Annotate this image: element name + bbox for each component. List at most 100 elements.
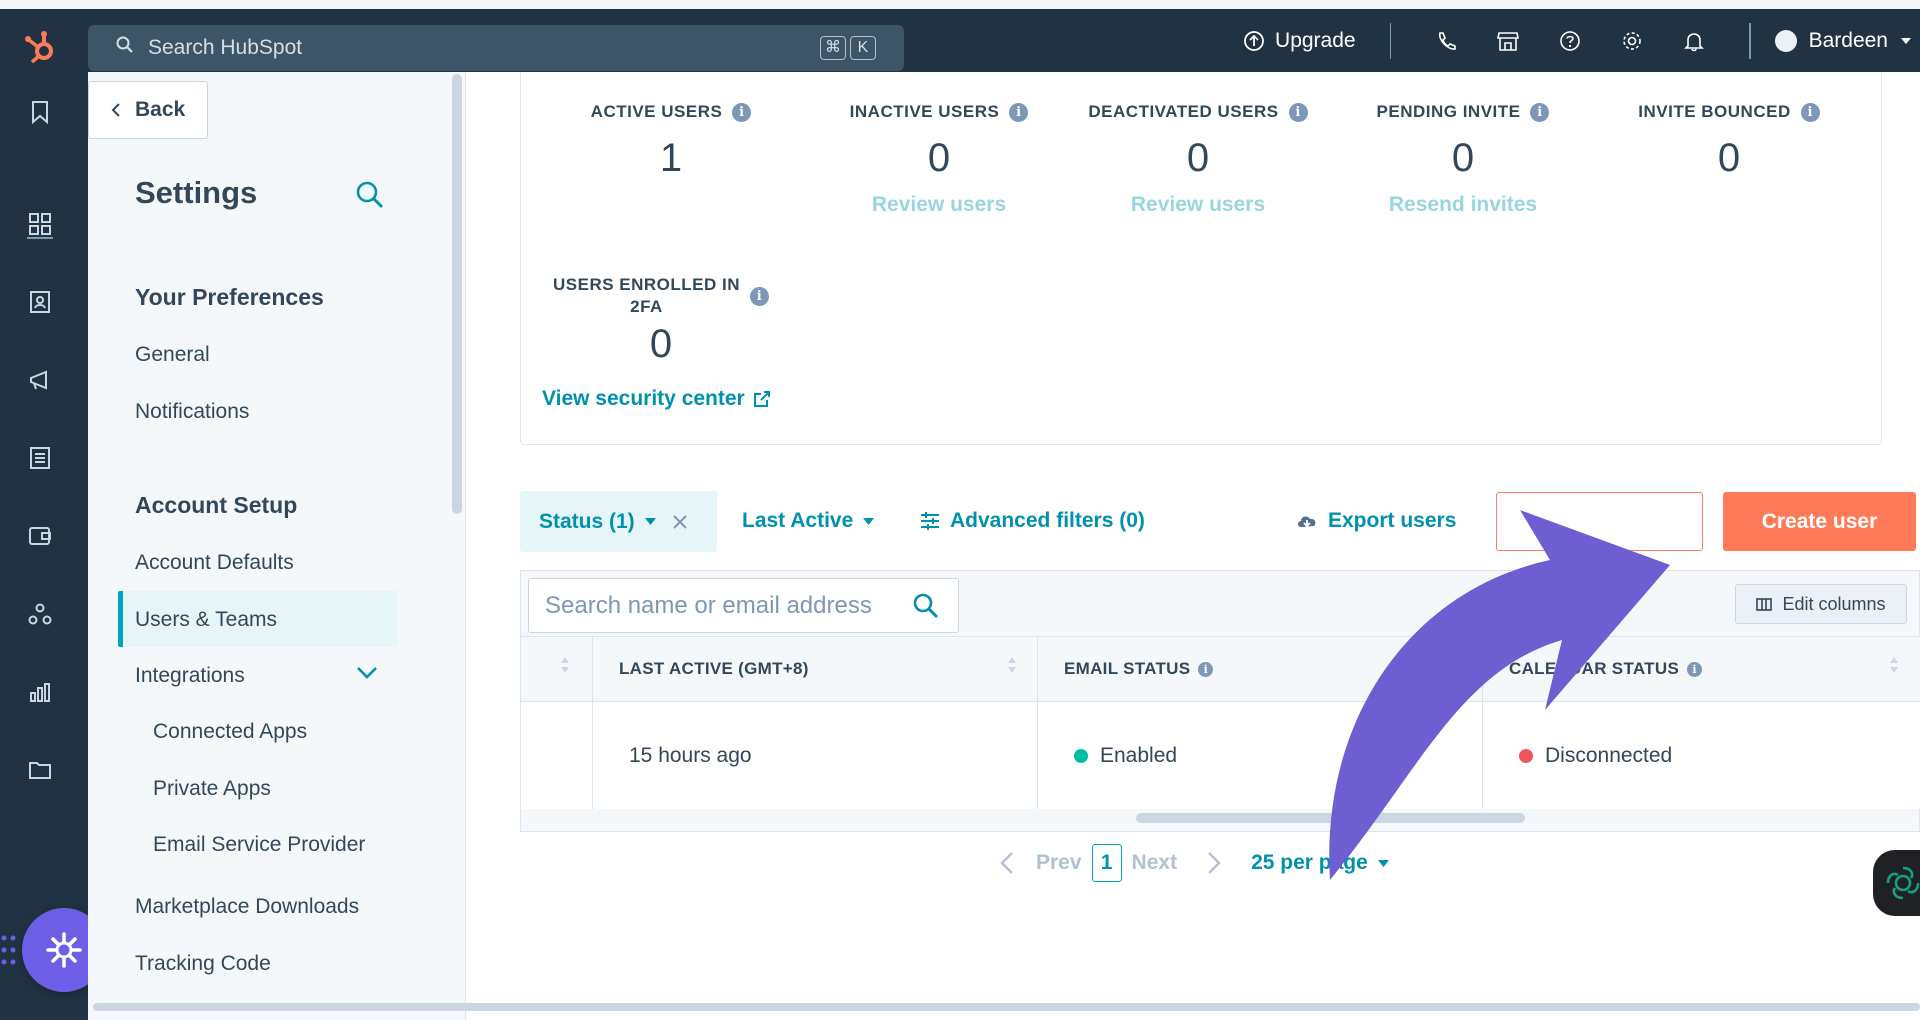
phone-icon[interactable] [1415, 30, 1477, 52]
sidebar-item-marketplace-downloads[interactable]: Marketplace Downloads [135, 895, 359, 919]
content-icon[interactable] [26, 444, 54, 472]
stat-inactive-users: INACTIVE USERS i 0 Review users [819, 102, 1059, 217]
column-header-name[interactable] [521, 637, 593, 701]
apps-grid-icon[interactable] [26, 210, 54, 238]
sort-icon[interactable] [1007, 655, 1017, 680]
bookmark-icon[interactable] [26, 98, 54, 126]
sidebar-item-general[interactable]: General [135, 343, 210, 367]
sidebar-scrollbar[interactable] [452, 74, 462, 514]
sidebar-item-notifications[interactable]: Notifications [135, 400, 249, 424]
table-search-input[interactable]: Search name or email address [528, 578, 959, 633]
megaphone-icon[interactable] [26, 366, 54, 394]
table-cell-name [521, 702, 593, 809]
caret-down-icon [1377, 859, 1389, 867]
export-users-button[interactable]: Export users [1296, 509, 1456, 533]
sort-icon[interactable] [1889, 655, 1899, 680]
page-horizontal-scrollbar[interactable] [93, 1003, 1920, 1011]
current-page-button[interactable]: 1 [1091, 844, 1122, 882]
table-horizontal-scrollbar[interactable] [1136, 813, 1525, 823]
bell-icon[interactable] [1663, 30, 1725, 52]
advanced-filters-label: Advanced filters (0) [950, 509, 1145, 532]
calendar-status-value: Disconnected [1545, 743, 1673, 767]
account-menu[interactable]: Bardeen [1774, 28, 1912, 53]
info-icon[interactable]: i [732, 102, 752, 122]
contacts-icon[interactable] [26, 288, 54, 316]
filter-bar: Status (1) Last Active Advanced filters … [520, 491, 1920, 553]
columns-icon [1756, 597, 1773, 611]
column-header-last-active[interactable]: LAST ACTIVE (GMT+8) [593, 637, 1038, 701]
stat-value: 0 [649, 322, 673, 366]
stat-label: ACTIVE USERS [590, 102, 723, 121]
stat-value: 0 [927, 136, 951, 180]
table-row[interactable]: 15 hours ago Enabled Disconnected [521, 702, 1920, 809]
drag-handle-icon[interactable] [0, 930, 18, 970]
chat-assistant-button[interactable] [1873, 850, 1920, 916]
info-icon[interactable]: i [750, 286, 770, 306]
hubspot-logo-icon[interactable] [20, 27, 62, 69]
folder-icon[interactable] [26, 756, 54, 784]
wallet-icon[interactable] [26, 522, 54, 550]
caret-down-icon [1901, 37, 1911, 44]
advanced-filters-button[interactable]: Advanced filters (0) [920, 509, 1145, 533]
sidebar-item-users-teams[interactable]: Users & Teams [135, 608, 277, 632]
sort-icon[interactable] [1452, 655, 1462, 680]
service-icon[interactable] [26, 600, 54, 628]
edit-columns-button[interactable]: Edit columns [1735, 584, 1907, 624]
info-icon[interactable]: i [1198, 661, 1214, 677]
column-header-email-status[interactable]: EMAIL STATUS i [1038, 637, 1483, 701]
sidebar-item-account-defaults[interactable]: Account Defaults [135, 551, 294, 575]
resend-invites-link[interactable]: Resend invites [1353, 193, 1573, 217]
next-page-button[interactable]: Next [1132, 851, 1178, 875]
left-navigation [0, 72, 88, 1020]
column-header-label: EMAIL STATUS [1064, 659, 1191, 678]
table-header: LAST ACTIVE (GMT+8) EMAIL STATUS i CALEN… [521, 636, 1920, 702]
info-icon[interactable]: i [1800, 102, 1820, 122]
sidebar-item-private-apps[interactable]: Private Apps [153, 777, 271, 801]
create-user-button[interactable]: Create user [1723, 492, 1916, 551]
gear-icon[interactable] [1601, 30, 1663, 52]
stat-invite-bounced: INVITE BOUNCED i 0 [1619, 102, 1839, 181]
back-button[interactable]: Back [88, 81, 208, 139]
user-name: Bardeen [1808, 28, 1888, 52]
review-users-link[interactable]: Review users [1073, 193, 1323, 217]
column-header-calendar-status[interactable]: CALENDAR STATUS i [1483, 637, 1919, 701]
review-users-link[interactable]: Review users [819, 193, 1059, 217]
stat-label: INVITE BOUNCED [1638, 102, 1791, 121]
secondary-action-button[interactable] [1496, 492, 1703, 551]
top-strip [0, 0, 1920, 9]
edit-columns-label: Edit columns [1782, 593, 1886, 614]
sidebar-item-email-service-provider[interactable]: Email Service Provider [153, 833, 365, 857]
sort-icon[interactable] [560, 655, 570, 680]
status-filter-label: Status (1) [539, 509, 635, 533]
reports-icon[interactable] [26, 678, 54, 706]
prev-page-button[interactable]: Prev [1036, 851, 1082, 875]
info-icon[interactable]: i [1530, 102, 1550, 122]
info-icon[interactable]: i [1009, 102, 1029, 122]
section-account-setup: Account Setup [135, 492, 298, 518]
chevron-left-icon[interactable] [1000, 851, 1014, 875]
sidebar-item-integrations[interactable]: Integrations [135, 664, 245, 688]
chevron-right-icon[interactable] [1207, 851, 1221, 875]
global-search-input[interactable]: Search HubSpot ⌘ K [88, 25, 904, 71]
upgrade-button[interactable]: Upgrade [1243, 29, 1356, 53]
info-icon[interactable]: i [1687, 661, 1703, 677]
close-icon[interactable] [672, 514, 688, 530]
info-icon[interactable]: i [1288, 102, 1308, 122]
chevron-down-icon[interactable] [356, 666, 378, 685]
settings-search-icon[interactable] [355, 180, 385, 215]
help-icon[interactable] [1539, 30, 1601, 52]
stat-pending-invite: PENDING INVITE i 0 Resend invites [1353, 102, 1573, 217]
stat-deactivated-users: DEACTIVATED USERS i 0 Review users [1073, 102, 1323, 217]
last-active-label: Last Active [742, 509, 854, 532]
external-link-icon [753, 391, 770, 407]
sidebar-item-tracking-code[interactable]: Tracking Code [135, 952, 271, 976]
column-header-label: CALENDAR STATUS [1509, 659, 1680, 678]
view-security-center-link[interactable]: View security center [542, 387, 771, 411]
marketplace-icon[interactable] [1477, 30, 1539, 52]
kbd-cmd: ⌘ [820, 36, 846, 60]
sidebar-item-connected-apps[interactable]: Connected Apps [153, 720, 307, 744]
export-users-label: Export users [1328, 509, 1457, 532]
status-filter-chip[interactable]: Status (1) [520, 491, 717, 552]
per-page-dropdown[interactable]: 25 per page [1251, 851, 1389, 875]
last-active-filter[interactable]: Last Active [742, 509, 875, 533]
